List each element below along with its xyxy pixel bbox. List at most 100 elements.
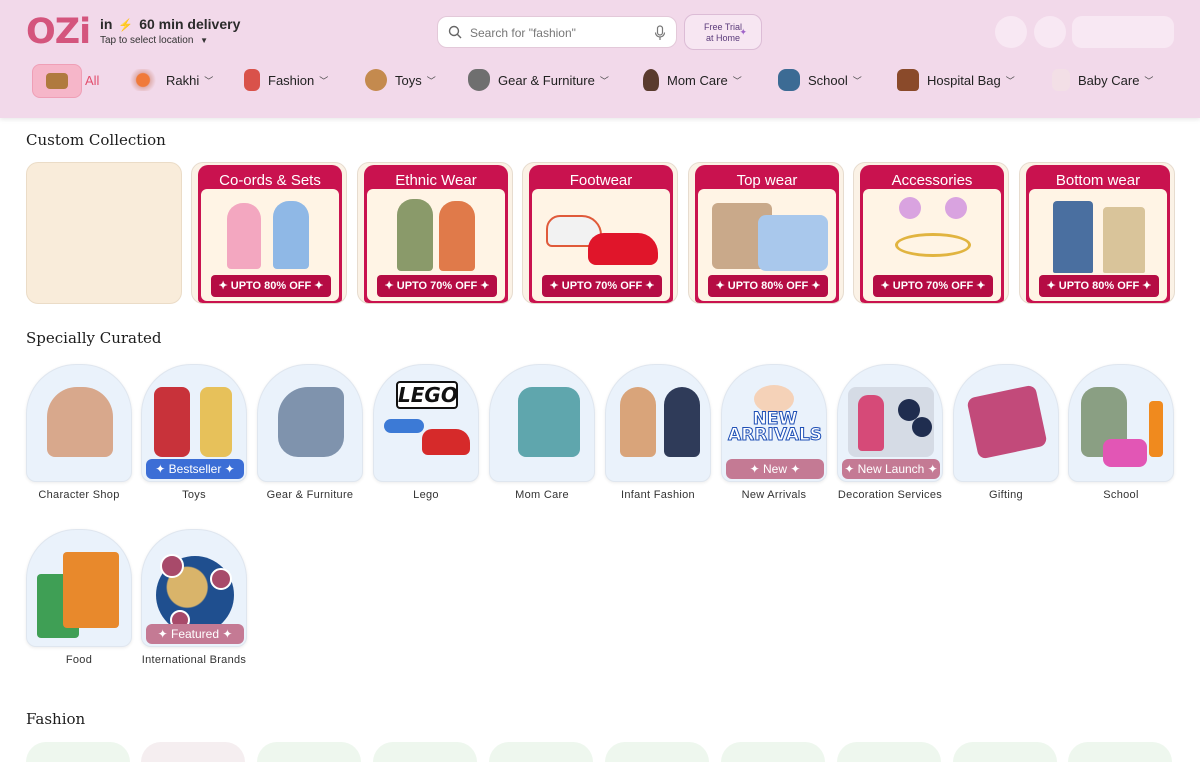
curated-card-lego[interactable]: LEGO [373, 364, 479, 482]
person-icon [858, 395, 884, 451]
offer-tag: ✦ UPTO 80% OFF ✦ [708, 275, 828, 297]
nav-label: All [85, 72, 100, 88]
collection-placeholder-card[interactable] [26, 162, 182, 304]
collection-card[interactable]: Footwear ✦ UPTO 70% OFF ✦ [522, 162, 678, 304]
nav-item-fashion[interactable]: Fashion ﹀ [244, 62, 328, 98]
collection-card[interactable]: Ethnic Wear ✦ UPTO 70% OFF ✦ [357, 162, 513, 304]
cart-placeholder[interactable] [1072, 16, 1174, 48]
nav-item-mom-care[interactable]: Mom Care ﹀ [643, 62, 742, 98]
fashion-card[interactable] [257, 742, 361, 762]
chevron-down-icon: ﹀ [599, 75, 609, 86]
pants-icon [1103, 207, 1145, 273]
nav-item-toys[interactable]: Toys ﹀ [365, 62, 436, 98]
mom-icon [643, 69, 659, 91]
nav-label: Baby Care [1078, 72, 1140, 88]
collection-card[interactable]: Top wear ✦ UPTO 80% OFF ✦ [688, 162, 844, 304]
bestseller-badge: ✦ Bestseller ✦ [146, 459, 244, 479]
nav-item-baby-care[interactable]: Baby Care ﹀ [1052, 62, 1153, 98]
curated-card-infant-fashion[interactable] [605, 364, 711, 482]
curated-label: Character Shop [38, 489, 120, 501]
curated-card-mom-care[interactable] [489, 364, 595, 482]
nav-item-gear[interactable]: Gear & Furniture ﹀ [468, 62, 609, 98]
infant-icon [620, 387, 656, 457]
top-header: OZi in ⚡ 60 min delivery Tap to select l… [0, 0, 1200, 118]
nav-all-icon-box[interactable] [32, 64, 82, 98]
lunchbox-icon [1103, 439, 1147, 467]
nav-item-all[interactable]: All [85, 62, 99, 98]
fashion-card[interactable] [605, 742, 709, 762]
section-title-specially-curated: Specially Curated [26, 329, 162, 347]
curated-label: Toys [182, 489, 206, 501]
curated-card-food[interactable] [26, 529, 132, 647]
curated-card-school[interactable] [1068, 364, 1174, 482]
category-nav: All Rakhi ﹀ Fashion ﹀ Toys ﹀ Gear & Furnitu… [0, 62, 1200, 100]
chevron-down-icon: ﹀ [319, 75, 329, 86]
ozi-logo[interactable]: OZi [26, 14, 91, 50]
spiderman-icon [154, 387, 190, 457]
collection-card[interactable]: Accessories ✦ UPTO 70% OFF ✦ [853, 162, 1009, 304]
curated-card-gear[interactable] [257, 364, 363, 482]
chevron-down-icon: ﹀ [1144, 75, 1154, 86]
curated-card-gifting[interactable] [953, 364, 1059, 482]
nav-label: Mom Care [667, 72, 728, 88]
card-title: Top wear [736, 172, 798, 189]
curated-label: School [1103, 489, 1139, 501]
nav-item-rakhi[interactable]: Rakhi ﹀ [128, 62, 213, 98]
bottle-icon [1149, 401, 1163, 457]
fashion-card[interactable] [721, 742, 825, 762]
fashion-card[interactable] [837, 742, 941, 762]
sweatshirt-icon [758, 215, 828, 271]
fashion-card[interactable] [373, 742, 477, 762]
new-arrivals-art: NEW ARRIVALS [728, 409, 823, 445]
stroller-icon [278, 387, 344, 457]
fashion-card[interactable] [489, 742, 593, 762]
nav-item-school[interactable]: School ﹀ [778, 62, 862, 98]
collection-card[interactable]: Bottom wear ✦ UPTO 80% OFF ✦ [1019, 162, 1175, 304]
location-selector[interactable]: Tap to select location ▼ [100, 35, 208, 46]
food-pack-icon [63, 552, 119, 628]
dress-icon [244, 69, 260, 91]
wishlist-placeholder[interactable] [1034, 16, 1066, 48]
fashion-card[interactable] [141, 742, 245, 762]
offer-tag: ✦ UPTO 70% OFF ✦ [873, 275, 993, 297]
fashion-card[interactable] [26, 742, 130, 762]
nav-label: Hospital Bag [927, 72, 1001, 88]
card-frame: Top wear ✦ UPTO 80% OFF ✦ [695, 165, 839, 303]
card-frame: Co-ords & Sets ✦ UPTO 80% OFF ✦ [198, 165, 342, 303]
rakhi-icon [128, 69, 158, 91]
card-title: Bottom wear [1055, 172, 1141, 189]
shoe-icon [588, 233, 658, 265]
nav-item-hospital-bag[interactable]: Hospital Bag ﹀ [897, 62, 1015, 98]
curated-label: Gifting [989, 489, 1023, 501]
curated-card-character-shop[interactable] [26, 364, 132, 482]
profile-placeholder[interactable] [995, 16, 1027, 48]
nav-label: Fashion [268, 72, 315, 88]
card-frame: Ethnic Wear ✦ UPTO 70% OFF ✦ [364, 165, 508, 303]
nav-label: Gear & Furniture [498, 72, 595, 88]
fashion-card[interactable] [1068, 742, 1172, 762]
curated-card-toys[interactable]: ✦ Bestseller ✦ [141, 364, 247, 482]
chevron-down-icon: ﹀ [732, 75, 742, 86]
search-input[interactable] [470, 23, 650, 43]
diaper-bag-icon [518, 387, 580, 457]
card-frame: Footwear ✦ UPTO 70% OFF ✦ [529, 165, 673, 303]
bag-icon [897, 69, 919, 91]
nav-label: Rakhi [166, 72, 200, 88]
card-title: Accessories [891, 172, 973, 189]
bag-pin-icon [160, 554, 184, 578]
fashion-card[interactable] [953, 742, 1057, 762]
curated-card-new-arrivals[interactable]: NEW ARRIVALS ✦ New ✦ [721, 364, 827, 482]
jeans-icon [1053, 201, 1093, 273]
card-frame: Bottom wear ✦ UPTO 80% OFF ✦ [1026, 165, 1170, 303]
lego-logo: LEGO [396, 381, 458, 409]
curated-card-international-brands[interactable]: ✦ Featured ✦ [141, 529, 247, 647]
curated-card-decoration[interactable]: ✦ New Launch ✦ [837, 364, 943, 482]
collection-card[interactable]: Co-ords & Sets ✦ UPTO 80% OFF ✦ [191, 162, 347, 304]
card-title: Footwear [569, 172, 633, 189]
doll-icon [200, 387, 232, 457]
balloon-icon [912, 417, 932, 437]
curated-label: New Arrivals [741, 489, 807, 501]
free-trial-button[interactable]: Free Trial at Home ✦ [684, 14, 762, 50]
search-bar[interactable] [437, 16, 677, 48]
mic-icon[interactable] [654, 25, 666, 41]
